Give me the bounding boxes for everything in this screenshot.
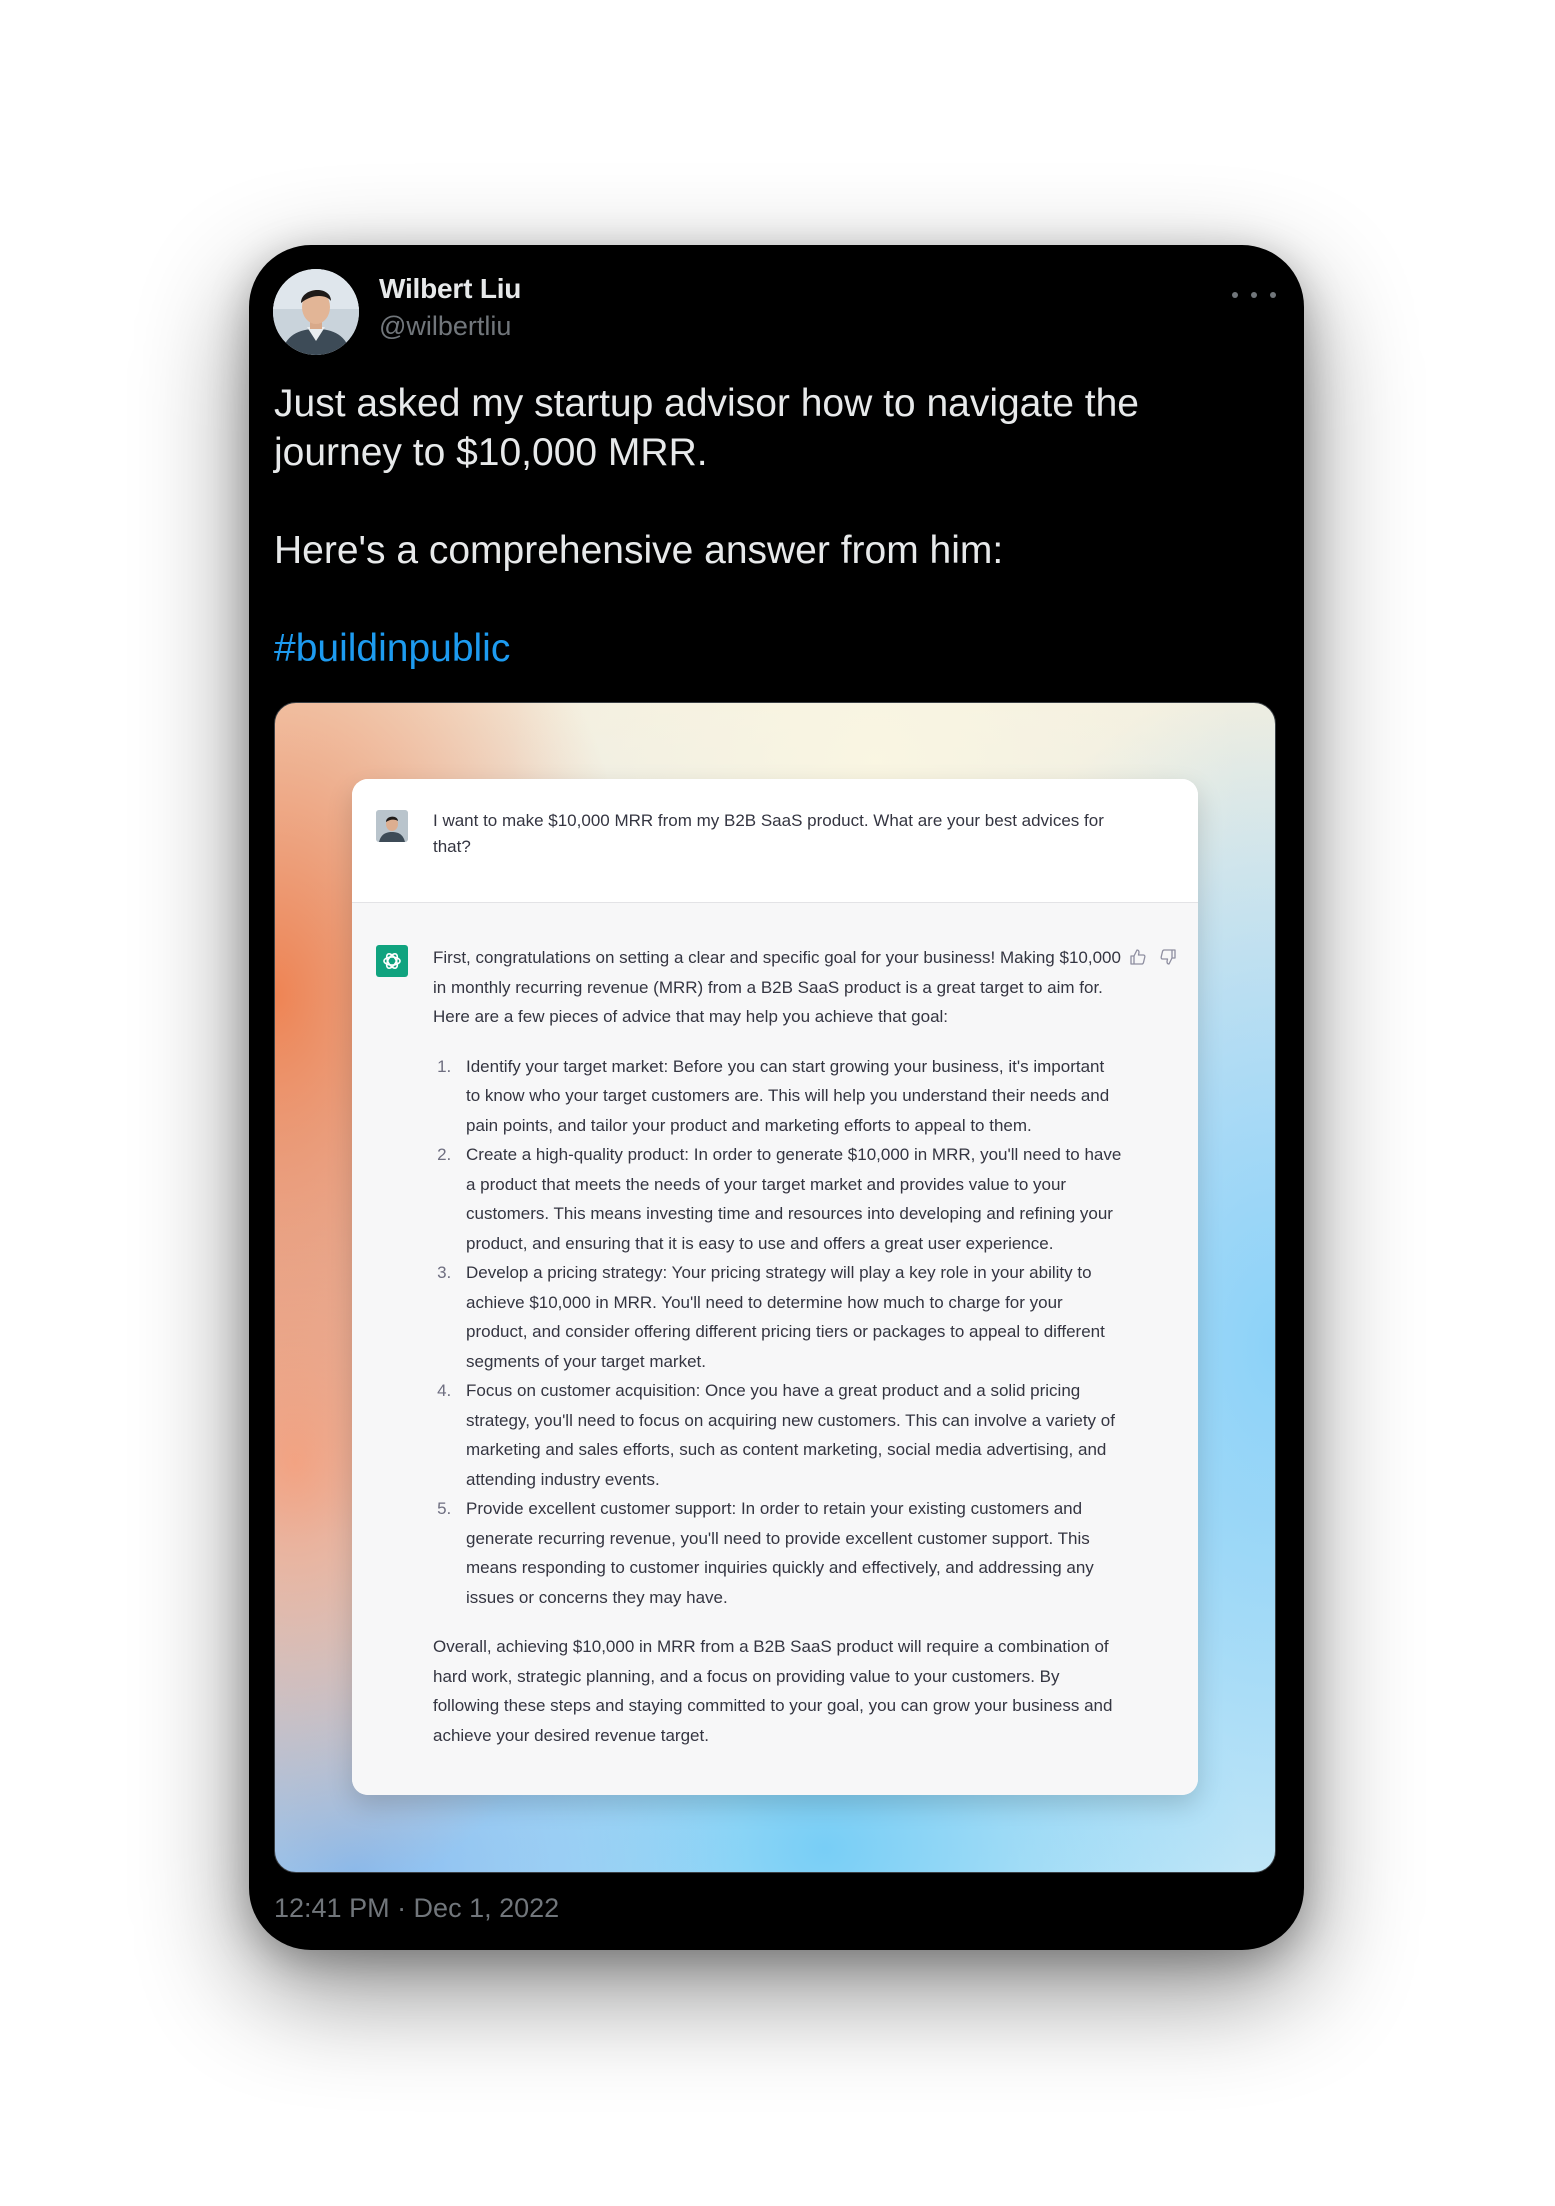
tweet-timestamp[interactable]: 12:41 PM · Dec 1, 2022: [274, 1893, 559, 1924]
tweet-text-line: Just asked my startup advisor how to nav…: [274, 382, 1139, 474]
tweet-card: Wilbert Liu @wilbertliu Just asked my st…: [249, 245, 1304, 1950]
more-horizontal-icon[interactable]: [1232, 285, 1276, 305]
list-item: Identify your target market: Before you …: [456, 1052, 1123, 1141]
tweet-text: Just asked my startup advisor how to nav…: [274, 379, 1274, 673]
hashtag-link[interactable]: #buildinpublic: [274, 627, 510, 670]
user-avatar: [376, 810, 408, 842]
list-item: Create a high-quality product: In order …: [456, 1140, 1123, 1258]
author-name[interactable]: Wilbert Liu: [379, 273, 521, 305]
assistant-conclusion: Overall, achieving $10,000 in MRR from a…: [433, 1637, 1113, 1745]
user-message: I want to make $10,000 MRR from my B2B S…: [433, 811, 1104, 856]
list-item: Provide excellent customer support: In o…: [456, 1494, 1123, 1612]
openai-logo-icon: [376, 945, 408, 977]
assistant-message-row: First, congratulations on setting a clea…: [352, 903, 1198, 1795]
chat-screenshot: I want to make $10,000 MRR from my B2B S…: [352, 779, 1198, 1795]
assistant-message: First, congratulations on setting a clea…: [433, 943, 1123, 1750]
author-avatar[interactable]: [273, 269, 359, 355]
tweet-media-image[interactable]: I want to make $10,000 MRR from my B2B S…: [274, 702, 1276, 1873]
thumbs-down-icon[interactable]: [1158, 947, 1178, 967]
thumbs-up-icon[interactable]: [1128, 947, 1148, 967]
advice-list: Identify your target market: Before you …: [433, 1052, 1123, 1613]
author-handle[interactable]: @wilbertliu: [379, 311, 511, 342]
list-item: Develop a pricing strategy: Your pricing…: [456, 1258, 1123, 1376]
assistant-intro: First, congratulations on setting a clea…: [433, 948, 1121, 1026]
tweet-text-line: Here's a comprehensive answer from him:: [274, 529, 1004, 572]
user-message-row: I want to make $10,000 MRR from my B2B S…: [352, 779, 1198, 903]
feedback-buttons: [1128, 947, 1178, 967]
list-item: Focus on customer acquisition: Once you …: [456, 1376, 1123, 1494]
